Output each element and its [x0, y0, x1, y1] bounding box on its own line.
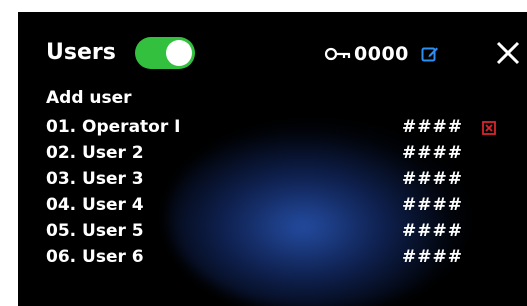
- user-name: 02. User 2: [46, 143, 144, 163]
- user-row-6[interactable]: 06. User 6 ####: [46, 245, 516, 271]
- user-name: 04. User 4: [46, 195, 144, 215]
- user-row-1[interactable]: 01. Operator I ####: [46, 115, 516, 141]
- user-row-5[interactable]: 05. User 5 ####: [46, 219, 516, 245]
- user-pin: ####: [402, 169, 463, 189]
- add-user-button[interactable]: Add user: [46, 88, 132, 108]
- user-name: 01. Operator I: [46, 117, 181, 137]
- edit-icon[interactable]: [421, 45, 439, 63]
- close-icon[interactable]: [495, 40, 521, 66]
- user-pin: ####: [402, 221, 463, 241]
- user-name: 05. User 5: [46, 221, 144, 241]
- users-toggle[interactable]: [135, 37, 195, 69]
- user-pin: ####: [402, 247, 463, 267]
- user-row-3[interactable]: 03. User 3 ####: [46, 167, 516, 193]
- user-row-4[interactable]: 04. User 4 ####: [46, 193, 516, 219]
- user-pin: ####: [402, 143, 463, 163]
- user-list: 01. Operator I #### 02. User 2 #### 03. …: [46, 115, 516, 271]
- key-code-group: 0000: [324, 42, 439, 66]
- user-name: 06. User 6: [46, 247, 144, 267]
- user-row-2[interactable]: 02. User 2 ####: [46, 141, 516, 167]
- key-icon: [324, 47, 351, 61]
- page-title: Users: [46, 40, 116, 65]
- user-pin: ####: [402, 117, 463, 137]
- key-code-value: 0000: [354, 43, 409, 65]
- user-name: 03. User 3: [46, 169, 144, 189]
- toggle-knob: [166, 40, 192, 66]
- user-pin: ####: [402, 195, 463, 215]
- users-screen: Users 0000 Add user 01. Operator I ####: [18, 12, 527, 306]
- delete-icon[interactable]: [482, 121, 496, 135]
